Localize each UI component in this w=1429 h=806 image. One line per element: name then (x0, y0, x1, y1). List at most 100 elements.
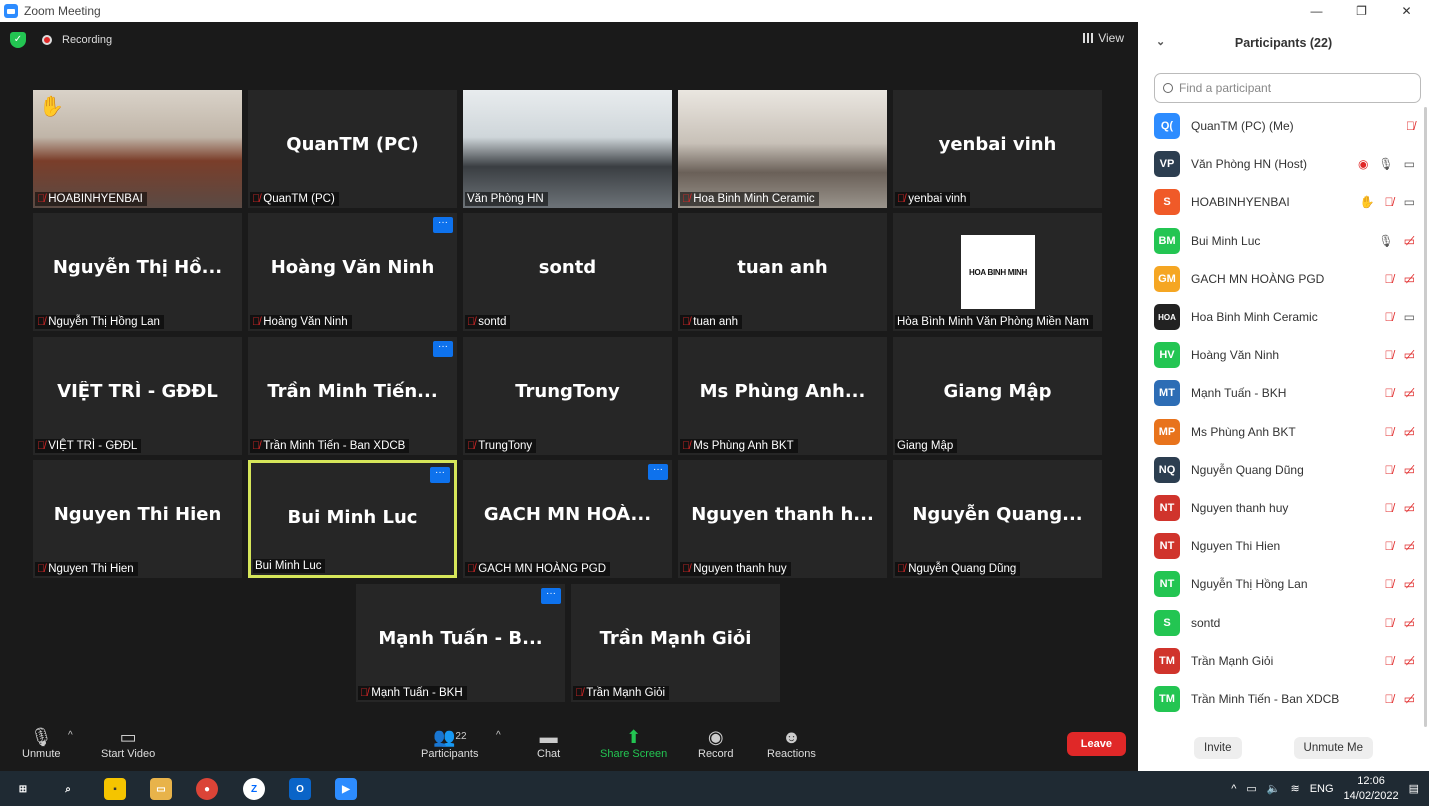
video-tile[interactable]: ✋ 🎙̸ HOABINHYENBAI (33, 90, 242, 208)
video-tile[interactable]: Nguyễn Quang... 🎙̸ Nguyễn Quang Dũng (893, 460, 1102, 578)
zoom-taskbar-icon[interactable]: ▶ (335, 778, 357, 800)
video-tile[interactable]: Ms Phùng Anh... 🎙̸ Ms Phùng Anh BKT (678, 337, 887, 455)
record-button[interactable]: ◉ Record (698, 726, 733, 760)
notification-icon[interactable]: ▤ (1409, 782, 1419, 795)
participant-scrollbar[interactable] (1424, 107, 1427, 727)
video-tile[interactable]: TrungTony 🎙̸ TrungTony (463, 337, 672, 455)
participant-row[interactable]: HOA Hoa Binh Minh Ceramic 🎙̸ ▭ (1138, 298, 1429, 336)
video-off-icon[interactable]: ▭̸ (1404, 654, 1415, 668)
volume-icon[interactable]: 🔈 (1267, 782, 1281, 795)
mic-off-icon[interactable]: 🎙̸ (1385, 501, 1394, 515)
video-tile[interactable]: tuan anh 🎙̸ tuan anh (678, 213, 887, 331)
mic-on-icon[interactable]: 🎙 (1378, 157, 1393, 171)
more-options-button[interactable]: ··· (541, 588, 561, 604)
video-off-icon[interactable]: ▭̸ (1404, 539, 1415, 553)
video-tile[interactable]: 🎙̸ Hoa Binh Minh Ceramic (678, 90, 887, 208)
participant-row[interactable]: GM GACH MN HOÀNG PGD 🎙̸ ▭̸ (1138, 260, 1429, 298)
participant-row[interactable]: TM Trần Mạnh Giỏi 🎙̸ ▭̸ (1138, 642, 1429, 680)
participant-row[interactable]: NT Nguyen thanh huy 🎙̸ ▭̸ (1138, 489, 1429, 527)
restore-button[interactable]: ❐ (1339, 0, 1384, 22)
mic-off-icon[interactable]: 🎙̸ (1385, 310, 1394, 324)
clock[interactable]: 12:06 14/02/2022 (1344, 774, 1399, 804)
more-options-button[interactable]: ··· (433, 341, 453, 357)
participant-row[interactable]: MT Mạnh Tuấn - BKH 🎙̸ ▭̸ (1138, 374, 1429, 412)
tray-chevron-icon[interactable]: ^ (1231, 783, 1236, 795)
video-off-icon[interactable]: ▭̸ (1404, 386, 1415, 400)
video-tile[interactable]: Văn Phòng HN (463, 90, 672, 208)
chrome-icon[interactable]: ● (196, 778, 218, 800)
mic-off-icon[interactable]: 🎙̸ (1385, 577, 1394, 591)
video-off-icon[interactable]: ▭̸ (1404, 348, 1415, 362)
taskbar-search-icon[interactable]: ⌕ (57, 778, 79, 800)
video-tile[interactable]: Trần Minh Tiến... ··· 🎙̸ Trần Minh Tiến - B… (248, 337, 457, 455)
participant-row[interactable]: TM Trần Minh Tiến - Ban XDCB 🎙̸ ▭̸ (1138, 680, 1429, 718)
share-screen-button[interactable]: ⬆ Share Screen (600, 726, 667, 760)
outlook-icon[interactable]: O (289, 778, 311, 800)
video-tile[interactable]: HOA BINH MINH Hòa Bình Minh Văn Phòng Miề… (893, 213, 1102, 331)
mic-off-icon[interactable]: 🎙̸ (1406, 119, 1415, 133)
more-options-button[interactable]: ··· (648, 464, 668, 480)
wifi-icon[interactable]: ≋ (1290, 782, 1299, 795)
participant-row[interactable]: MP Ms Phùng Anh BKT 🎙̸ ▭̸ (1138, 413, 1429, 451)
language-indicator[interactable]: ENG (1310, 783, 1334, 795)
video-off-icon[interactable]: ▭̸ (1404, 272, 1415, 286)
video-on-icon[interactable]: ▭ (1404, 195, 1415, 209)
invite-button[interactable]: Invite (1194, 737, 1242, 759)
video-tile[interactable]: Nguyễn Thị Hồ... 🎙̸ Nguyễn Thị Hồng Lan (33, 213, 242, 331)
participant-row[interactable]: BM Bui Minh Luc 🎙 ▭̸ (1138, 222, 1429, 260)
audio-caret-icon[interactable]: ^ (68, 730, 73, 741)
unmute-me-button[interactable]: Unmute Me (1293, 737, 1373, 759)
battery-icon[interactable]: ▭ (1246, 782, 1256, 795)
mic-off-icon[interactable]: 🎙̸ (1385, 616, 1394, 630)
video-off-icon[interactable]: ▭̸ (1404, 425, 1415, 439)
unmute-button[interactable]: 🎙 Unmute (22, 726, 61, 760)
mic-off-icon[interactable]: 🎙̸ (1385, 692, 1394, 706)
security-shield-icon[interactable]: ✓ (10, 32, 26, 48)
mic-on-icon[interactable]: 🎙 (1378, 234, 1393, 248)
mic-off-icon[interactable]: 🎙̸ (1385, 425, 1394, 439)
windows-start-icon[interactable]: ⊞ (12, 778, 34, 800)
video-tile[interactable]: Hoàng Văn Ninh ··· 🎙̸ Hoàng Văn Ninh (248, 213, 457, 331)
close-button[interactable]: ✕ (1384, 0, 1429, 22)
video-on-icon[interactable]: ▭ (1404, 310, 1415, 324)
more-options-button[interactable]: ··· (433, 217, 453, 233)
participants-caret-icon[interactable]: ^ (496, 730, 501, 741)
video-tile[interactable]: Mạnh Tuấn - B... ··· 🎙̸ Mạnh Tuấn - BKH (356, 584, 565, 702)
mic-off-icon[interactable]: 🎙̸ (1385, 654, 1394, 668)
video-tile[interactable]: Nguyen thanh h... 🎙̸ Nguyen thanh huy (678, 460, 887, 578)
participant-row[interactable]: NT Nguyễn Thị Hồng Lan 🎙̸ ▭̸ (1138, 565, 1429, 603)
zalo-icon[interactable]: Z (243, 778, 265, 800)
chat-button[interactable]: ▬ Chat (537, 726, 560, 760)
participant-row[interactable]: Ssontd 🎙̸ ▭̸ (1138, 603, 1429, 641)
video-off-icon[interactable]: ▭̸ (1404, 577, 1415, 591)
participant-row[interactable]: Q(QuanTM (PC) (Me) 🎙̸ (1138, 107, 1429, 145)
mic-off-icon[interactable]: 🎙̸ (1385, 386, 1394, 400)
video-tile[interactable]: GACH MN HOÀ... ··· 🎙̸ GACH MN HOÀNG PGD (463, 460, 672, 578)
video-tile[interactable]: sontd 🎙̸ sontd (463, 213, 672, 331)
start-video-button[interactable]: ▭ Start Video (101, 726, 155, 760)
minimize-button[interactable]: — (1294, 0, 1339, 22)
video-off-icon[interactable]: ▭̸ (1404, 463, 1415, 477)
video-tile[interactable]: Giang Mập Giang Mập (893, 337, 1102, 455)
video-tile[interactable]: Nguyen Thi Hien 🎙̸ Nguyen Thi Hien (33, 460, 242, 578)
participant-row[interactable]: NQ Nguyễn Quang Dũng 🎙̸ ▭̸ (1138, 451, 1429, 489)
participant-row[interactable]: HV Hoàng Văn Ninh 🎙̸ ▭̸ (1138, 336, 1429, 374)
file-explorer-icon[interactable]: ▭ (150, 778, 172, 800)
participant-row[interactable]: S HOABINHYENBAI ✋ 🎙̸ ▭ (1138, 183, 1429, 221)
sticky-notes-icon[interactable]: ▪ (104, 778, 126, 800)
video-tile[interactable]: Bui Minh Luc ··· Bui Minh Luc (248, 460, 457, 578)
view-button[interactable]: View (1083, 31, 1124, 45)
reactions-button[interactable]: ☻ Reactions (767, 726, 816, 760)
participant-search-input[interactable]: Find a participant (1154, 73, 1421, 103)
mic-off-icon[interactable]: 🎙̸ (1385, 272, 1394, 286)
participants-button[interactable]: 👥22 Participants (421, 726, 478, 760)
video-off-icon[interactable]: ▭̸ (1404, 692, 1415, 706)
participant-row[interactable]: VP Văn Phòng HN (Host) ◉ 🎙 ▭ (1138, 145, 1429, 183)
collapse-chevron-icon[interactable]: ⌄ (1156, 35, 1165, 48)
mic-off-icon[interactable]: 🎙̸ (1385, 539, 1394, 553)
video-off-icon[interactable]: ▭̸ (1404, 501, 1415, 515)
video-off-icon[interactable]: ▭̸ (1404, 616, 1415, 630)
mic-off-icon[interactable]: 🎙̸ (1385, 348, 1394, 362)
mic-off-icon[interactable]: 🎙̸ (1385, 463, 1394, 477)
mic-off-icon[interactable]: 🎙̸ (1385, 195, 1394, 209)
